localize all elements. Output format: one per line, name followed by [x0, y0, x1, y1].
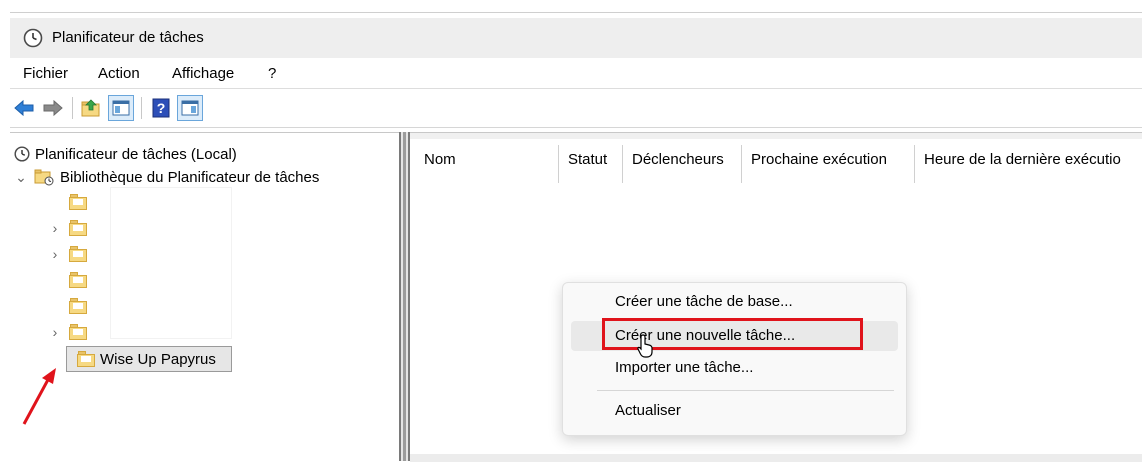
tree-folder-6[interactable]: ›	[48, 321, 87, 343]
toolbar: ?	[10, 89, 1142, 128]
context-menu: Créer une tâche de base... Créer une nou…	[562, 282, 907, 436]
tree-folder-4[interactable]	[69, 269, 87, 291]
show-hide-action-pane-icon[interactable]	[177, 95, 203, 121]
chevron-right-icon[interactable]: ›	[48, 220, 62, 236]
folder-icon	[69, 220, 87, 236]
column-header-prochaine-execution[interactable]: Prochaine exécution	[751, 151, 887, 179]
menu-help[interactable]: ?	[268, 65, 276, 82]
menu-bar: Fichier Action Affichage ?	[10, 58, 1142, 89]
tree-folder-2[interactable]: ›	[48, 217, 87, 239]
folder-up-icon[interactable]	[80, 97, 102, 119]
folder-icon	[77, 351, 95, 367]
menu-item-creer-tache-de-base[interactable]: Créer une tâche de base...	[615, 293, 793, 310]
clock-icon	[23, 28, 43, 51]
clock-icon	[14, 146, 30, 162]
chevron-right-icon[interactable]: ›	[48, 246, 62, 262]
tree-root-label: Planificateur de tâches (Local)	[35, 145, 237, 163]
folder-icon	[69, 324, 87, 340]
column-header-declencheurs[interactable]: Déclencheurs	[632, 151, 724, 179]
folder-icon	[69, 272, 87, 288]
folder-icon	[69, 298, 87, 314]
folder-icon	[69, 246, 87, 262]
forward-arrow-icon[interactable]	[42, 97, 64, 119]
menu-action[interactable]: Action	[98, 65, 140, 82]
title-bar: Planificateur de tâches	[10, 18, 1142, 58]
annotation-arrow-icon	[20, 366, 60, 431]
redacted-area	[111, 188, 231, 338]
library-folder-icon	[34, 168, 54, 186]
console-tree: Planificateur de tâches (Local) ⌄ Biblio…	[10, 132, 399, 462]
column-header-statut[interactable]: Statut	[568, 151, 607, 179]
menu-separator	[597, 390, 894, 391]
column-header-nom[interactable]: Nom	[424, 151, 456, 179]
chevron-down-icon[interactable]: ⌄	[14, 169, 28, 186]
screen-top	[0, 0, 1142, 16]
tree-folder-5[interactable]	[69, 295, 87, 317]
menu-item-actualiser[interactable]: Actualiser	[615, 402, 681, 419]
tree-library[interactable]: ⌄ Bibliothèque du Planificateur de tâche…	[14, 166, 319, 188]
tree-folder-wise-up-papyrus[interactable]: Wise Up Papyrus	[66, 346, 232, 372]
show-hide-console-tree-icon[interactable]	[108, 95, 134, 121]
tree-library-label: Bibliothèque du Planificateur de tâches	[60, 168, 320, 186]
tree-folder-label: Wise Up Papyrus	[100, 351, 216, 368]
tree-root[interactable]: Planificateur de tâches (Local)	[14, 143, 237, 165]
tree-folder-1[interactable]	[69, 191, 87, 213]
help-icon[interactable]: ?	[150, 97, 172, 119]
column-header-derniere-execution[interactable]: Heure de la dernière exécutio	[924, 151, 1121, 179]
mouse-pointer-icon	[636, 333, 656, 362]
tree-folder-3[interactable]: ›	[48, 243, 87, 265]
window-title: Planificateur de tâches	[52, 29, 204, 46]
chevron-right-icon[interactable]: ›	[48, 324, 62, 340]
folder-icon	[69, 194, 87, 210]
back-arrow-icon[interactable]	[13, 97, 35, 119]
pane-splitter[interactable]	[399, 132, 410, 461]
menu-affichage[interactable]: Affichage	[172, 65, 234, 82]
menu-fichier[interactable]: Fichier	[23, 65, 68, 82]
svg-text:?: ?	[157, 100, 166, 116]
